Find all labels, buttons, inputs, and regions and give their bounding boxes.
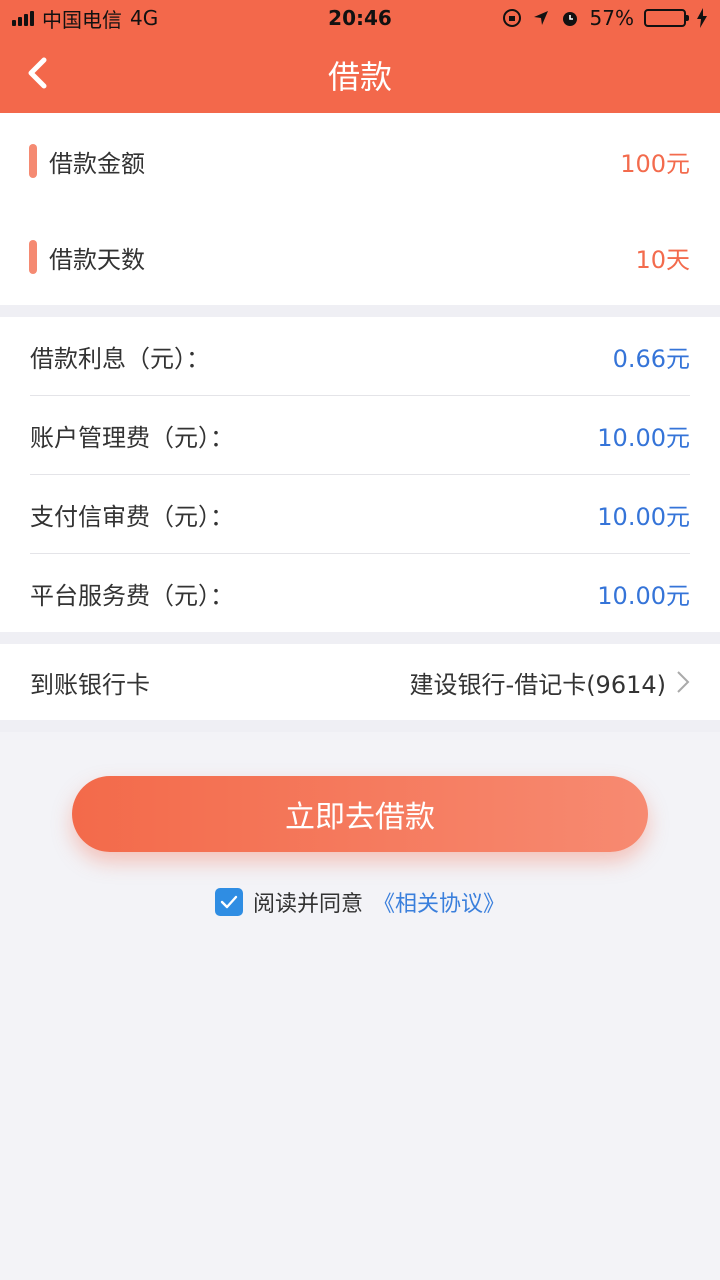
back-chevron-icon[interactable] xyxy=(22,56,56,90)
status-bar: 中国电信 4G 20:46 57% xyxy=(0,0,720,36)
carrier-name: 中国电信 xyxy=(42,7,122,32)
accent-bar xyxy=(29,144,37,178)
agree-checkbox[interactable] xyxy=(214,888,243,916)
fee-row-account-management: 账户管理费（元）： 10.00元 xyxy=(30,396,690,475)
charging-icon xyxy=(697,8,707,28)
loan-amount-label: 借款金额 xyxy=(49,149,145,178)
nav-bar: 借款 xyxy=(0,36,720,113)
rotation-lock-icon xyxy=(502,9,521,27)
fee-row-platform-service: 平台服务费（元）： 10.00元 xyxy=(30,554,690,632)
fee-row-interest: 借款利息（元）： 0.66元 xyxy=(30,317,690,396)
fee-value: 10.00元 xyxy=(597,502,690,531)
fee-label: 账户管理费（元）： xyxy=(30,423,234,452)
fee-label: 平台服务费（元）： xyxy=(30,581,234,610)
bank-card-label: 到账银行卡 xyxy=(30,670,150,699)
alarm-icon xyxy=(562,12,577,26)
loan-amount-value: 100元 xyxy=(620,149,690,178)
loan-card: 借款金额 100元 借款天数 10天 xyxy=(0,113,720,305)
loan-days-value: 10天 xyxy=(635,245,690,274)
loan-days-label: 借款天数 xyxy=(49,245,145,274)
agreement-link[interactable]: 《相关协议》 xyxy=(373,886,505,918)
section-divider xyxy=(0,720,720,732)
battery-icon xyxy=(644,9,689,27)
loan-days-row[interactable]: 借款天数 10天 xyxy=(0,209,720,305)
fee-value: 10.00元 xyxy=(597,423,690,452)
battery-percent: 57% xyxy=(589,6,634,30)
agreement-row: 阅读并同意 《相关协议》 xyxy=(0,886,720,918)
fee-row-credit-review: 支付信审费（元）： 10.00元 xyxy=(30,475,690,554)
header: 中国电信 4G 20:46 57% 借款 xyxy=(0,0,720,113)
chevron-right-icon xyxy=(677,671,690,693)
checkmark-icon xyxy=(220,895,238,909)
fee-value: 0.66元 xyxy=(612,344,690,373)
borrow-now-button[interactable]: 立即去借款 xyxy=(72,776,648,852)
section-divider xyxy=(0,632,720,644)
page-title: 借款 xyxy=(327,57,392,96)
submit-area: 立即去借款 xyxy=(0,732,720,852)
bank-card-value: 建设银行-借记卡(9614) xyxy=(409,670,666,699)
fee-list: 借款利息（元）： 0.66元 账户管理费（元）： 10.00元 支付信审费（元）… xyxy=(0,317,720,632)
section-divider xyxy=(0,305,720,317)
fee-label: 支付信审费（元）： xyxy=(30,502,234,531)
bank-card-row[interactable]: 到账银行卡 建设银行-借记卡(9614) xyxy=(0,644,720,720)
loan-amount-row[interactable]: 借款金额 100元 xyxy=(0,113,720,209)
accent-bar xyxy=(29,240,37,274)
signal-icon xyxy=(12,10,34,26)
fee-label: 借款利息（元）： xyxy=(30,344,210,373)
fee-value: 10.00元 xyxy=(597,581,690,610)
location-icon xyxy=(533,11,548,25)
network-type: 4G xyxy=(130,6,159,30)
agreement-text: 阅读并同意 xyxy=(252,892,363,917)
